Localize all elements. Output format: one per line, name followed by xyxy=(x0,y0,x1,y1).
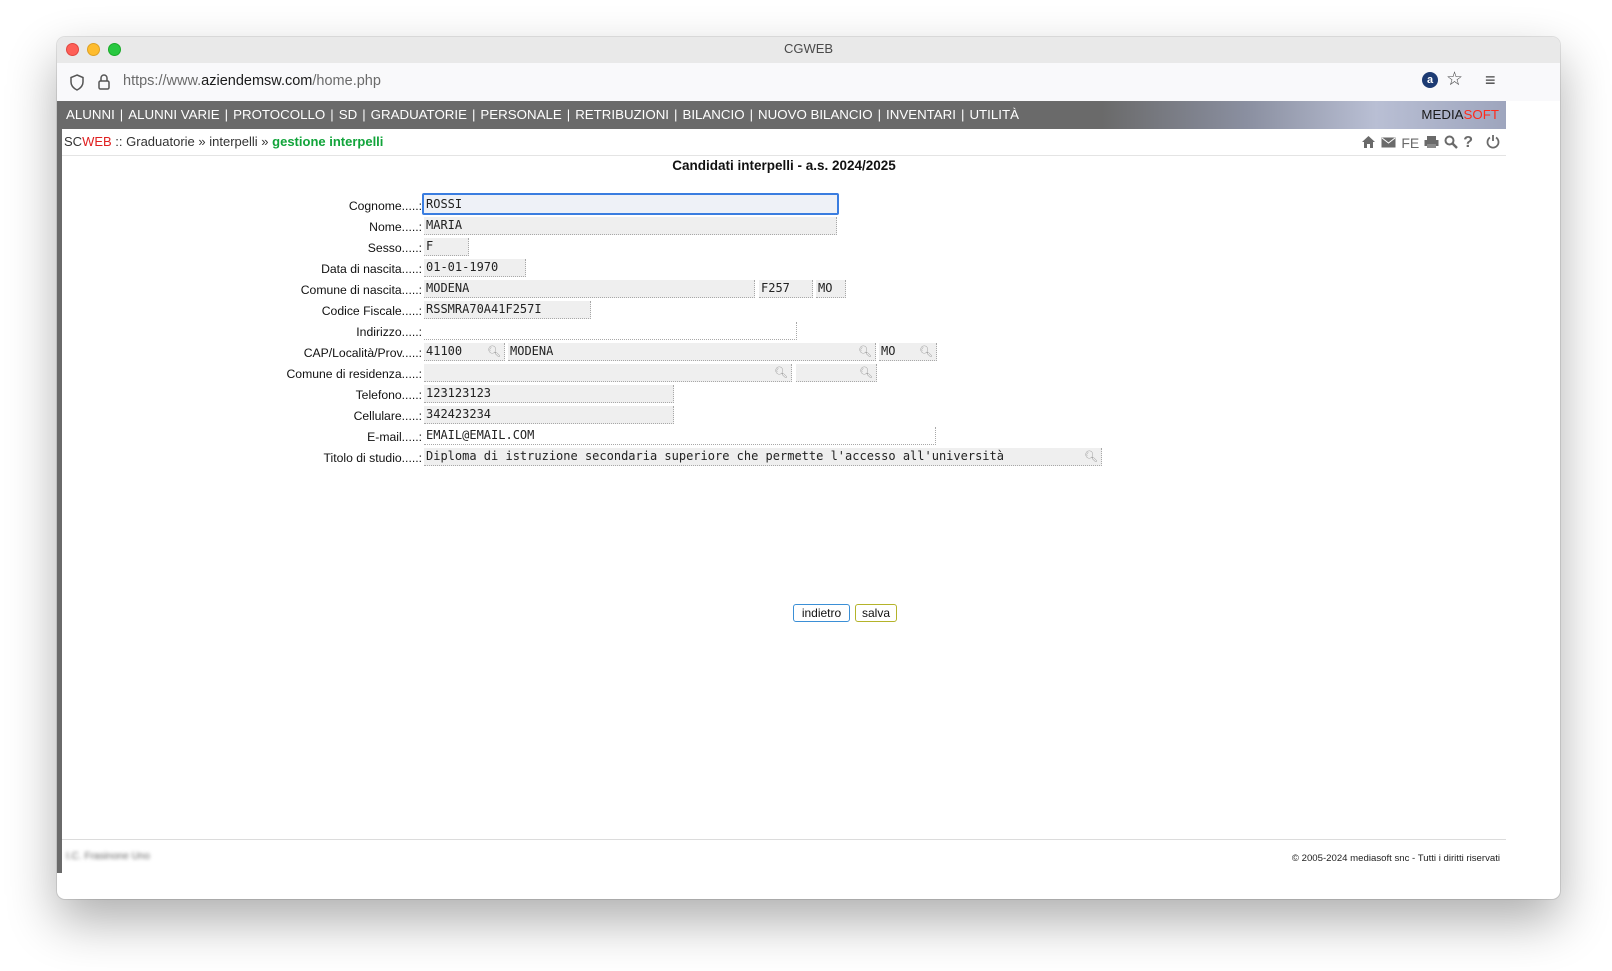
menu-item-alunni[interactable]: ALUNNI xyxy=(66,107,115,122)
menu-item-inventari[interactable]: INVENTARI xyxy=(886,107,956,122)
breadcrumb-current: gestione interpelli xyxy=(272,134,384,149)
window-title: CGWEB xyxy=(783,41,834,56)
brand-logo: MEDIASOFT xyxy=(1421,107,1499,122)
zoom-window-button[interactable] xyxy=(108,43,121,56)
label-comune-nascita: Comune di nascita.....: xyxy=(300,283,422,297)
frame-right-space xyxy=(1506,101,1560,873)
label-comune-residenza: Comune di residenza.....: xyxy=(286,367,423,381)
menu-item-nuovo-bilancio[interactable]: NUOVO BILANCIO xyxy=(758,107,873,122)
menu-separator: | xyxy=(877,107,882,122)
app-name-sc: SC xyxy=(64,134,83,149)
data-nascita-input[interactable]: 01-01-1970 xyxy=(424,259,526,277)
menu-item-utilità[interactable]: UTILITÀ xyxy=(969,107,1019,122)
comune-nascita-input[interactable]: MODENA xyxy=(424,280,755,298)
breadcrumb-bar: SCWEB :: Graduatorie » interpelli » gest… xyxy=(62,129,1506,156)
label-cap-localita: CAP/Località/Prov.....: xyxy=(303,346,422,360)
close-window-button[interactable] xyxy=(66,43,79,56)
browser-window: CGWEB https://www.aziendemsw.com/home.ph… xyxy=(57,37,1560,899)
prov-search-icon[interactable]: 🔍︎ xyxy=(919,343,933,360)
power-icon[interactable] xyxy=(1486,134,1500,152)
main-menu-items: ALUNNI | ALUNNI VARIE | PROTOCOLLO | SD | GRADUA… xyxy=(66,107,1019,122)
menu-item-retribuzioni[interactable]: RETRIBUZIONI xyxy=(575,107,669,122)
menu-separator: | xyxy=(749,107,754,122)
main-menu: ALUNNI | ALUNNI VARIE | PROTOCOLLO | SD | GRADUA… xyxy=(62,101,1506,129)
cognome-input[interactable]: ROSSI xyxy=(422,193,839,215)
menu-item-bilancio[interactable]: BILANCIO xyxy=(682,107,744,122)
menu-separator: | xyxy=(330,107,334,122)
email-input[interactable]: EMAIL@EMAIL.COM xyxy=(424,427,936,445)
comune-residenza-input[interactable]: 🔍︎ xyxy=(424,364,792,382)
print-icon[interactable] xyxy=(1424,135,1439,152)
titolo-studio-input[interactable]: Diploma di istruzione secondaria superio… xyxy=(424,448,1102,466)
shield-icon[interactable] xyxy=(69,74,85,96)
label-cognome: Cognome.....: xyxy=(348,199,422,213)
label-data-nascita: Data di nascita.....: xyxy=(321,262,422,276)
label-nome: Nome.....: xyxy=(369,220,422,234)
main-content: Candidati interpelli - a.s. 2024/2025 Co… xyxy=(62,156,1506,840)
search-icon[interactable] xyxy=(1444,135,1459,152)
comune-nascita-prov-input[interactable]: MO xyxy=(816,280,846,298)
address-bar: https://www.aziendemsw.com/home.php a ☆ … xyxy=(57,63,1560,103)
breadcrumb-graduatorie[interactable]: Graduatorie xyxy=(126,134,195,149)
label-telefono: Telefono.....: xyxy=(355,388,422,402)
menu-separator: | xyxy=(224,107,229,122)
mail-icon[interactable] xyxy=(1381,135,1396,151)
menu-separator: | xyxy=(471,107,476,122)
menu-item-protocollo[interactable]: PROTOCOLLO xyxy=(233,107,325,122)
titolo-studio-search-icon[interactable]: 🔍︎ xyxy=(1084,448,1098,465)
school-name: I.C. Frasinone Uno xyxy=(66,851,150,862)
label-indirizzo: Indirizzo.....: xyxy=(356,325,422,339)
menu-item-graduatorie[interactable]: GRADUATORIE xyxy=(371,107,467,122)
window-controls xyxy=(66,43,121,56)
menu-separator: | xyxy=(674,107,678,122)
label-cellulare: Cellulare.....: xyxy=(353,409,422,423)
bookmark-star-icon[interactable]: ☆ xyxy=(1446,70,1463,90)
comune-residenza-prov-input[interactable]: 🔍︎ xyxy=(796,364,877,382)
menu-separator: | xyxy=(566,107,571,122)
label-codice-fiscale: Codice Fiscale.....: xyxy=(321,304,422,318)
copyright: © 2005-2024 mediasoft snc - Tutti i diri… xyxy=(1291,853,1500,864)
nome-input[interactable]: MARIA xyxy=(424,217,837,235)
cellulare-input[interactable]: 342423234 xyxy=(424,406,674,424)
app-name-web: WEB xyxy=(82,134,112,149)
comune-residenza-search-icon[interactable]: 🔍︎ xyxy=(774,364,788,381)
comune-nascita-codice-input[interactable]: F257 xyxy=(759,280,813,298)
breadcrumb-interpelli[interactable]: interpelli xyxy=(209,134,257,149)
indirizzo-input[interactable] xyxy=(424,322,797,340)
prov-input[interactable]: MO 🔍︎ xyxy=(879,343,937,361)
home-icon[interactable] xyxy=(1361,135,1376,152)
telefono-input[interactable]: 123123123 xyxy=(424,385,674,403)
title-bar: CGWEB xyxy=(57,37,1560,63)
breadcrumb: SCWEB :: Graduatorie » interpelli » gest… xyxy=(64,134,384,149)
localita-input[interactable]: MODENA 🔍︎ xyxy=(508,343,876,361)
comune-residenza-prov-search-icon[interactable]: 🔍︎ xyxy=(859,364,873,381)
label-email: E-mail.....: xyxy=(367,430,422,444)
back-button[interactable]: indietro xyxy=(793,604,850,622)
fe-icon[interactable]: FE xyxy=(1401,135,1419,151)
page-title: Candidati interpelli - a.s. 2024/2025 xyxy=(672,158,896,173)
lock-icon[interactable] xyxy=(97,73,111,96)
save-button[interactable]: salva xyxy=(855,604,897,622)
menu-separator: | xyxy=(362,107,366,122)
localita-search-icon[interactable]: 🔍︎ xyxy=(858,343,872,360)
label-titolo-studio: Titolo di studio.....: xyxy=(323,451,422,465)
label-sesso: Sesso.....: xyxy=(367,241,422,255)
menu-item-alunni-varie[interactable]: ALUNNI VARIE xyxy=(128,107,219,122)
hamburger-menu-icon[interactable]: ≡ xyxy=(1485,70,1496,90)
extension-icon[interactable]: a xyxy=(1422,72,1438,88)
cap-search-icon[interactable]: 🔍︎ xyxy=(487,343,501,360)
help-icon[interactable]: ? xyxy=(1463,135,1473,151)
minimize-window-button[interactable] xyxy=(87,43,100,56)
toolbar-icons: FE ? xyxy=(1361,134,1500,152)
codice-fiscale-input[interactable]: RSSMRA70A41F257I xyxy=(424,301,591,319)
menu-separator: | xyxy=(119,107,124,122)
footer: I.C. Frasinone Uno © 2005-2024 mediasoft… xyxy=(62,839,1506,874)
menu-item-sd[interactable]: SD xyxy=(339,107,357,122)
menu-item-personale[interactable]: PERSONALE xyxy=(480,107,561,122)
sesso-input[interactable]: F xyxy=(424,238,469,256)
url-field[interactable]: https://www.aziendemsw.com/home.php xyxy=(123,73,381,89)
cap-input[interactable]: 41100 🔍︎ xyxy=(424,343,505,361)
menu-separator: | xyxy=(960,107,965,122)
